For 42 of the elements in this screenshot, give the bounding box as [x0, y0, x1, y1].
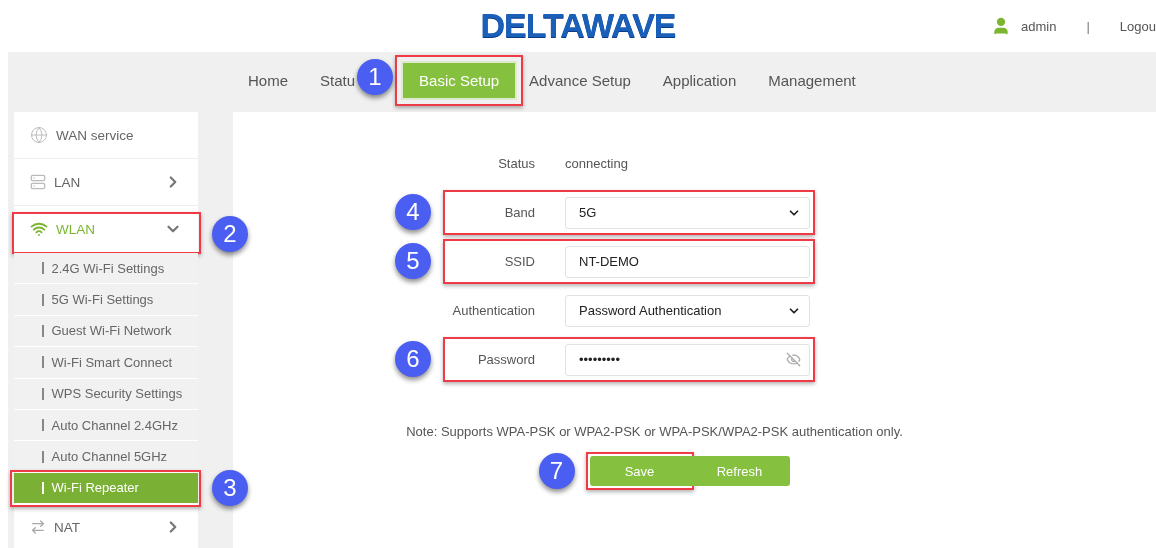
- logout-link[interactable]: Logou: [1119, 18, 1156, 34]
- step-badge: 5: [395, 243, 431, 279]
- status-value: connecting: [565, 156, 629, 171]
- nav-tab[interactable]: Application: [662, 62, 737, 98]
- note-text: Note: Supports WPA-PSK or WPA2-PSK or WPA-PSK/WPA2-PSK authentication only.: [406, 424, 903, 439]
- nav-tab[interactable]: Advance Setup: [529, 62, 631, 98]
- sidebar-item[interactable]: WAN service: [14, 112, 198, 159]
- nav-tab[interactable]: Home: [248, 62, 288, 98]
- wifi-icon: [30, 220, 48, 238]
- step-badge: 2: [212, 216, 248, 252]
- brand-logo: DELTAWAVE: [480, 7, 676, 45]
- field-label: SSID: [504, 254, 535, 269]
- step-badge: 1: [357, 58, 394, 95]
- globe-icon: [30, 126, 48, 144]
- ethernet-port-icon: [30, 174, 46, 190]
- sidebar-item[interactable]: LAN: [14, 159, 198, 206]
- nav-tab[interactable]: Management: [768, 62, 856, 98]
- hide-password-icon: [786, 352, 801, 367]
- field-label: Authentication: [452, 303, 535, 318]
- field-label: Status: [498, 156, 535, 171]
- sidebar-subitem[interactable]: WPS Security Settings: [14, 378, 198, 410]
- nav-tab[interactable]: Statu: [320, 62, 356, 98]
- select-field[interactable]: Password Authentication: [565, 294, 810, 327]
- username: admin: [1021, 18, 1057, 34]
- sidebar-subitem[interactable]: Guest Wi-Fi Network: [14, 315, 198, 348]
- step-badge: 7: [538, 453, 575, 489]
- step-badge: 6: [395, 341, 431, 377]
- sidebar-subitem[interactable]: Auto Channel 2.4GHz: [14, 409, 198, 442]
- password-field[interactable]: •••••••••: [565, 343, 810, 376]
- step-badge: 4: [395, 194, 431, 230]
- input-field[interactable]: NT-DEMO: [565, 245, 810, 278]
- arrows-icon: [30, 519, 46, 536]
- step-badge: 3: [212, 469, 248, 506]
- field-label: Password: [477, 352, 535, 367]
- field-label: Band: [504, 205, 535, 220]
- sidebar-subitem[interactable]: 5G Wi-Fi Settings: [14, 284, 198, 316]
- select-field[interactable]: 5G: [565, 196, 810, 229]
- sidebar-subitem[interactable]: Wi-Fi Smart Connect: [14, 347, 198, 379]
- sidebar-subitem[interactable]: 2.4G Wi-Fi Settings: [14, 253, 198, 285]
- sidebar-item[interactable]: NAT: [14, 504, 198, 548]
- sidebar-subitem[interactable]: Auto Channel 5GHz: [14, 441, 198, 473]
- separator: |: [1086, 18, 1090, 34]
